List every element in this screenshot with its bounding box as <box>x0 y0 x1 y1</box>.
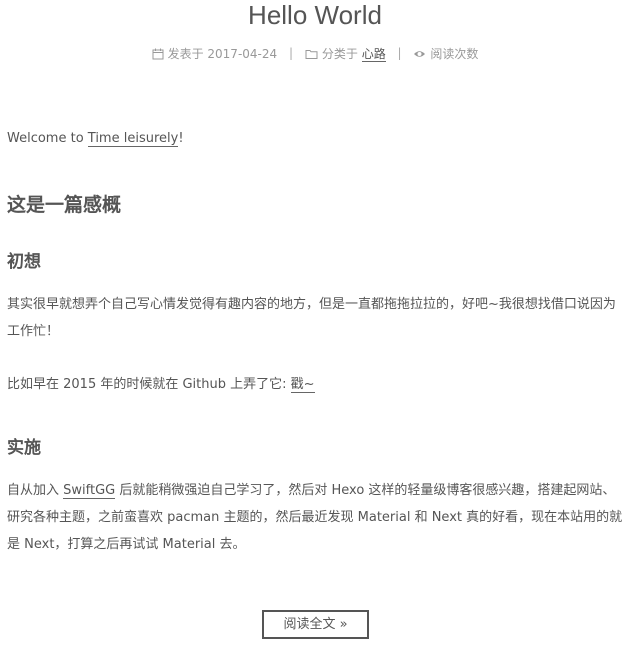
calendar-icon <box>152 48 164 59</box>
meta-divider: | <box>288 46 294 60</box>
section-heading-implement: 实施 <box>7 438 41 458</box>
post: Hello World 发表于 2017-04-24 | 分类于 心路 | 阅读… <box>0 0 630 649</box>
posted-label: 发表于 <box>167 46 204 61</box>
posted-date: 2017-04-24 <box>207 46 278 61</box>
post-date: 发表于 2017-04-24 <box>152 45 278 63</box>
intro-text-end: ! <box>178 131 184 146</box>
post-meta: 发表于 2017-04-24 | 分类于 心路 | 阅读次数 <box>0 44 630 63</box>
github-paragraph: 比如早在 2015 年的时候就在 Github 上弄了它: 戳~ <box>7 371 626 398</box>
post-title[interactable]: Hello World <box>0 0 630 30</box>
swiftgg-link[interactable]: SwiftGG <box>63 483 116 499</box>
implement-paragraph: 自从加入 SwiftGG 后就能稍微强迫自己学习了，然后对 Hexo 这样的轻量… <box>7 477 626 558</box>
idea-paragraph: 其实很早就想弄个自己写心情发觉得有趣内容的地方，但是一直都拖拖拉拉的，好吧~我很… <box>7 297 616 339</box>
category-link[interactable]: 心路 <box>361 46 386 62</box>
meta-divider: | <box>397 46 402 60</box>
site-link[interactable]: Time leisurely <box>87 131 179 147</box>
read-more-button[interactable]: 阅读全文 » <box>262 610 369 639</box>
eye-icon <box>414 50 426 57</box>
main-heading: 这是一篇感概 <box>7 194 122 216</box>
intro-text: Welcome to <box>7 131 88 146</box>
github-link[interactable]: 戳~ <box>290 377 315 393</box>
implement-text: 自从加入 <box>7 483 64 498</box>
views-label: 阅读次数 <box>430 46 479 61</box>
github-text: 比如早在 2015 年的时候就在 Github 上弄了它: <box>7 377 291 392</box>
category-label: 分类于 <box>321 46 358 61</box>
post-category: 分类于 心路 <box>305 45 386 63</box>
section-heading-idea: 初想 <box>7 252 41 272</box>
post-views: 阅读次数 <box>413 45 478 63</box>
folder-icon <box>305 49 318 59</box>
intro-paragraph: Welcome to Time leisurely! <box>7 125 626 152</box>
